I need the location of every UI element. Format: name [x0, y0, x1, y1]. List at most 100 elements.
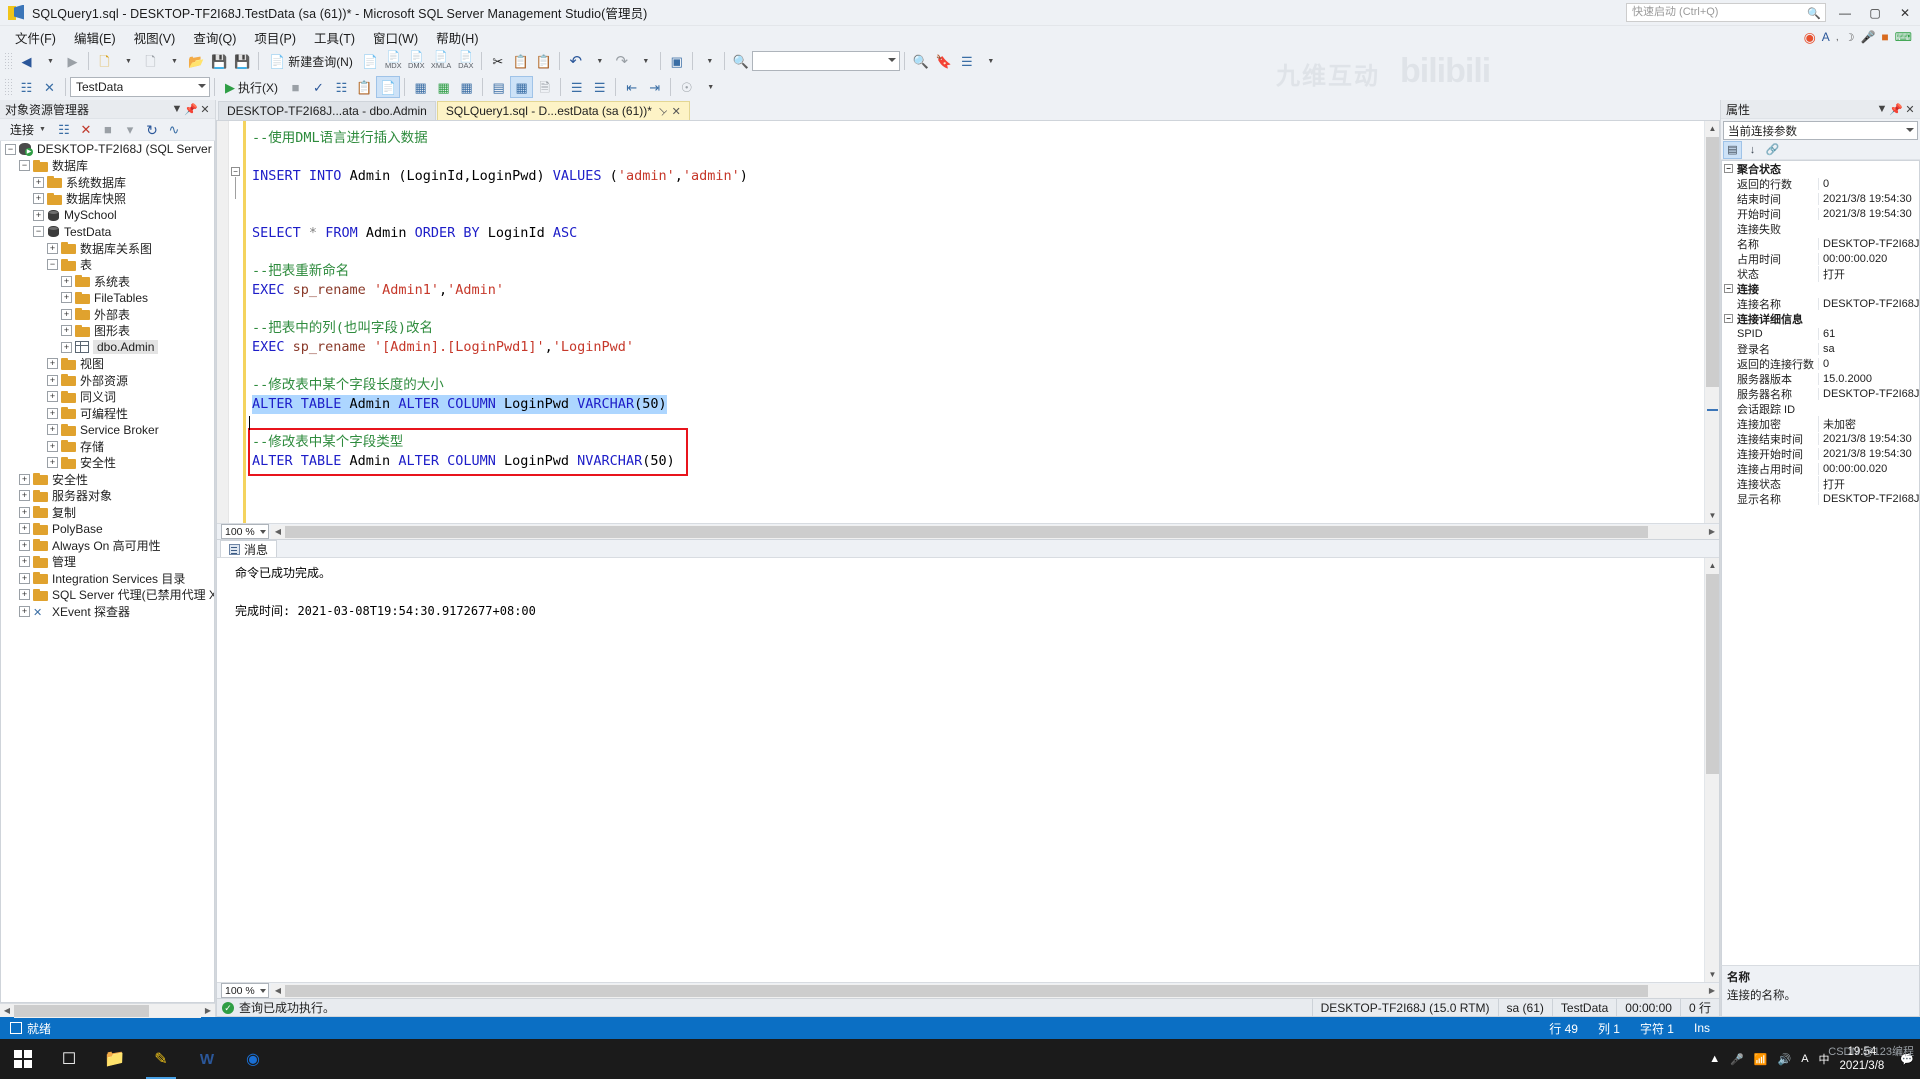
property-value[interactable]: 打开 — [1818, 475, 1919, 492]
menu-view[interactable]: 视图(V) — [125, 26, 185, 49]
expand-icon[interactable]: + — [47, 424, 58, 436]
cut-button[interactable]: ✂ — [486, 50, 509, 72]
properties-object-selector[interactable]: 当前连接参数 — [1723, 121, 1918, 140]
close-icon[interactable]: ✕ — [672, 105, 681, 118]
expand-icon[interactable]: + — [19, 506, 30, 518]
editor-vscrollbar[interactable]: ▲ ▼ — [1704, 121, 1719, 523]
property-value[interactable]: DESKTOP-TF2I68J — [1818, 492, 1919, 505]
tree-node[interactable]: + Always On 高可用性 — [1, 537, 214, 554]
property-value[interactable]: DESKTOP-TF2I68J — [1818, 387, 1919, 400]
property-value[interactable]: 00:00:00.020 — [1818, 462, 1919, 475]
editor-fold-margin[interactable]: − — [229, 121, 243, 523]
property-row[interactable]: 显示名称 DESKTOP-TF2I68J — [1722, 491, 1919, 506]
property-value[interactable]: sa — [1818, 342, 1919, 355]
filter-icon[interactable]: ▾ — [120, 119, 140, 141]
expand-icon[interactable]: + — [19, 523, 30, 535]
tree-node[interactable]: + dbo.Admin — [1, 339, 214, 356]
scroll-left-icon[interactable]: ◀ — [271, 986, 285, 995]
tray-network-icon[interactable]: 📶 — [1754, 1053, 1768, 1066]
scroll-left-icon[interactable]: ◀ — [0, 1006, 14, 1015]
maximize-button[interactable]: ▢ — [1860, 0, 1890, 26]
code-line[interactable]: SELECT * FROM Admin ORDER BY LoginId ASC — [252, 224, 1704, 243]
collapse-icon[interactable]: − — [47, 259, 58, 271]
results-to-file-button[interactable]: 🗎 — [533, 76, 556, 98]
pin-icon[interactable]: 📌 — [1889, 103, 1903, 116]
property-group-header[interactable]: − 连接 — [1722, 281, 1919, 296]
save-all-button[interactable]: 💾 — [231, 50, 254, 72]
redo-button[interactable]: ↷ — [610, 50, 633, 72]
property-row[interactable]: 名称 DESKTOP-TF2I68J — [1722, 236, 1919, 251]
close-button[interactable]: ✕ — [1890, 0, 1920, 26]
new-dax-query-button[interactable]: 📄 DAX — [454, 50, 477, 72]
expand-icon[interactable]: + — [19, 473, 30, 485]
tree-node[interactable]: − TestData — [1, 224, 214, 241]
include-actual-plan-button[interactable]: ▦ — [409, 76, 432, 98]
new-dmx-query-button[interactable]: 📄 DMX — [405, 50, 428, 72]
new-xmla-query-button[interactable]: 📄 XMLA — [428, 50, 454, 72]
tree-node[interactable]: + 系统数据库 — [1, 174, 214, 191]
tray-ime-zh-icon[interactable]: 中 — [1819, 1051, 1830, 1067]
property-row[interactable]: 状态 打开 — [1722, 265, 1919, 282]
expand-icon[interactable]: + — [47, 457, 58, 469]
tree-node[interactable]: + 系统表 — [1, 273, 214, 290]
menu-file[interactable]: 文件(F) — [6, 26, 65, 49]
menu-edit[interactable]: 编辑(E) — [65, 26, 125, 49]
expand-icon[interactable]: + — [47, 440, 58, 452]
registered-servers-button[interactable]: ▣ — [665, 50, 688, 72]
hscroll-track[interactable] — [14, 1003, 201, 1018]
editor-selection-margin[interactable] — [217, 121, 229, 523]
expand-icon[interactable]: + — [19, 556, 30, 568]
tree-node[interactable]: + FileTables — [1, 290, 214, 307]
scroll-down-icon[interactable]: ▼ — [1705, 967, 1720, 982]
paste-button[interactable]: 📋 — [532, 50, 555, 72]
collapse-icon[interactable]: − — [1724, 164, 1733, 173]
tree-node[interactable]: + PolyBase — [1, 521, 214, 538]
expand-icon[interactable]: + — [47, 407, 58, 419]
code-line[interactable]: --使用DML语言进行插入数据 — [252, 129, 1704, 148]
hscroll-thumb[interactable] — [14, 1004, 149, 1017]
decrease-indent-button[interactable]: ⇤ — [620, 76, 643, 98]
results-to-text-button[interactable]: ▤ — [487, 76, 510, 98]
refresh-icon[interactable]: ↻ — [142, 119, 162, 141]
pin-icon[interactable]: ⊣ — [654, 104, 668, 118]
vscroll-thumb[interactable] — [1706, 574, 1719, 774]
tree-node[interactable]: + 数据库快照 — [1, 191, 214, 208]
sogou-ime-icon[interactable]: ◉ — [1804, 29, 1816, 46]
file-explorer-button[interactable]: 📁 — [92, 1039, 138, 1079]
property-value[interactable]: 2021/3/8 19:54:30 — [1818, 432, 1919, 445]
tray-volume-icon[interactable]: 🔊 — [1777, 1053, 1791, 1066]
menu-tools[interactable]: 工具(T) — [305, 26, 364, 49]
property-row[interactable]: 连接开始时间 2021/3/8 19:54:30 — [1722, 446, 1919, 461]
property-row[interactable]: 服务器名称 DESKTOP-TF2I68J — [1722, 386, 1919, 401]
close-icon[interactable]: ✕ — [198, 103, 212, 116]
expand-icon[interactable]: + — [47, 242, 58, 254]
connect-dropdown-button[interactable]: 连接 ▼ — [4, 119, 52, 141]
redo-dropdown[interactable]: ▼ — [633, 50, 656, 72]
hscroll-track[interactable] — [285, 525, 1705, 539]
collapse-icon[interactable]: − — [33, 226, 44, 238]
stop-icon[interactable]: ■ — [98, 119, 118, 141]
ime-mic-icon[interactable]: 🎤 — [1860, 30, 1875, 44]
tree-node[interactable]: + SQL Server 代理(已禁用代理 XP) — [1, 587, 214, 604]
database-selector[interactable]: TestData — [70, 77, 210, 97]
find-input[interactable] — [752, 51, 901, 71]
property-pages-button[interactable]: 🔗 — [1763, 141, 1782, 159]
scroll-down-icon[interactable]: ▼ — [1705, 508, 1719, 523]
alphabetical-view-button[interactable]: ↓ — [1743, 141, 1762, 159]
menu-project[interactable]: 项目(P) — [245, 26, 305, 49]
tree-node[interactable]: + 图形表 — [1, 323, 214, 340]
stop-button[interactable]: ■ — [284, 76, 307, 98]
expand-icon[interactable]: + — [19, 605, 30, 617]
tree-node[interactable]: − 表 — [1, 257, 214, 274]
expand-icon[interactable]: + — [47, 374, 58, 386]
comment-lines-button[interactable]: ☰ — [565, 76, 588, 98]
tree-node[interactable]: + 管理 — [1, 554, 214, 571]
properties-window-button[interactable]: ☰ — [955, 50, 978, 72]
object-explorer-tree[interactable]: −▶DESKTOP-TF2I68J (SQL Server 15.0−数据库+系… — [0, 141, 215, 1003]
property-row[interactable]: 会话跟踪 ID — [1722, 401, 1919, 416]
vscroll-thumb[interactable] — [1706, 137, 1719, 387]
code-line[interactable] — [252, 186, 1704, 205]
messages-text[interactable]: 命令已成功完成。 完成时间: 2021-03-08T19:54:30.91726… — [217, 558, 1704, 982]
new-database-engine-query-button[interactable]: 📄 — [359, 50, 382, 72]
tree-node[interactable]: + 复制 — [1, 504, 214, 521]
